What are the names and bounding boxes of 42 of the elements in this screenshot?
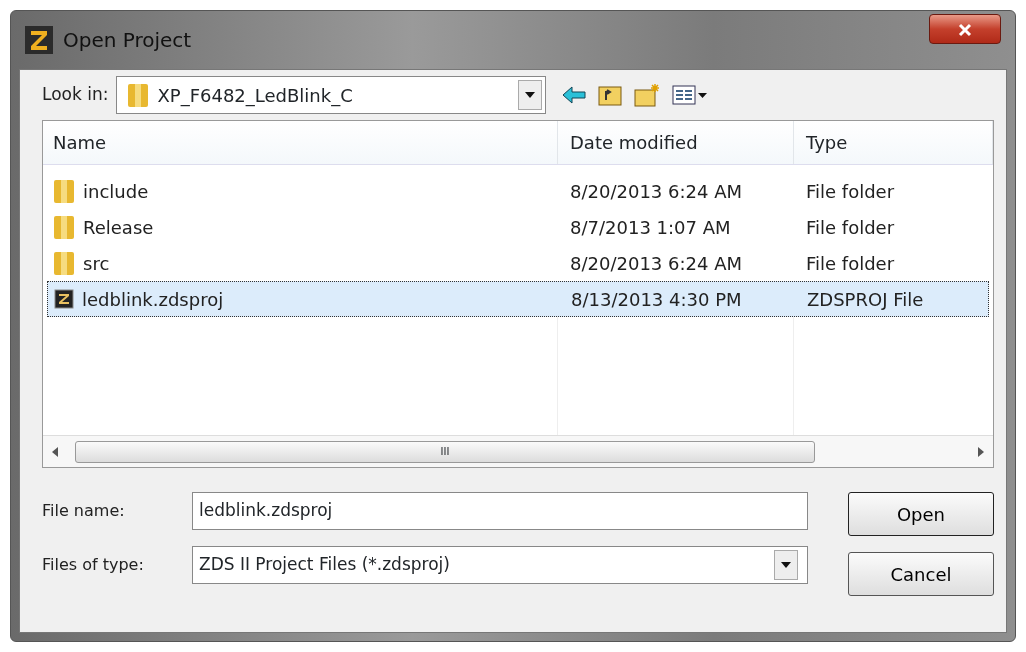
file-name-label: File name: bbox=[42, 500, 126, 522]
file-name: include bbox=[83, 179, 149, 204]
file-type: File folder bbox=[805, 179, 896, 204]
file-row[interactable]: Release 8/7/2013 1:07 AM File folder bbox=[47, 209, 989, 245]
file-type: ZDSPROJ File bbox=[806, 287, 925, 312]
look-in-label: Look in: bbox=[42, 83, 109, 107]
folder-icon bbox=[53, 178, 75, 204]
scroll-left-icon[interactable] bbox=[51, 446, 59, 457]
date-modified: 8/7/2013 1:07 AM bbox=[569, 215, 732, 240]
column-header[interactable]: Type bbox=[794, 121, 993, 164]
look-in-dropdown[interactable]: XP_F6482_LedBlink_C bbox=[116, 76, 547, 114]
folder-icon bbox=[53, 214, 75, 240]
file-name: ledblink.zdsproj bbox=[82, 287, 224, 312]
view-menu-icon[interactable] bbox=[672, 84, 709, 106]
column-header[interactable]: Date modified bbox=[558, 121, 794, 164]
column-header[interactable]: Name bbox=[43, 121, 558, 164]
open-button[interactable]: Open bbox=[848, 492, 994, 536]
up-folder-icon[interactable] bbox=[598, 84, 623, 106]
close-icon bbox=[958, 22, 972, 37]
scrollbar-thumb[interactable]: III bbox=[75, 440, 815, 463]
file-name-field[interactable]: ledblink.zdsproj bbox=[192, 492, 808, 530]
file-name: Release bbox=[83, 215, 154, 240]
file-row[interactable]: ledblink.zdsproj 8/13/2013 4:30 PM ZDSPROJ File bbox=[47, 281, 989, 317]
file-type-label: Files of type: bbox=[42, 554, 145, 576]
folder-icon bbox=[53, 250, 75, 276]
close-button[interactable] bbox=[929, 14, 1001, 44]
file-row[interactable]: src 8/20/2013 6:24 AM File folder bbox=[47, 245, 989, 281]
date-modified: 8/20/2013 6:24 AM bbox=[569, 179, 743, 204]
folder-icon bbox=[127, 82, 150, 108]
file-type: File folder bbox=[805, 251, 896, 276]
date-modified: 8/20/2013 6:24 AM bbox=[569, 251, 743, 276]
file-type: File folder bbox=[805, 215, 896, 240]
file-row[interactable]: include 8/20/2013 6:24 AM File folder bbox=[47, 173, 989, 209]
scroll-right-icon[interactable] bbox=[977, 446, 985, 457]
file-name: src bbox=[83, 251, 110, 276]
project-file-icon bbox=[54, 289, 74, 309]
file-type-dropdown[interactable]: ZDS II Project Files (*.zdsproj) bbox=[192, 546, 808, 584]
back-arrow-icon[interactable] bbox=[562, 86, 587, 104]
window-title: Open Project bbox=[63, 27, 192, 54]
date-modified: 8/13/2013 4:30 PM bbox=[570, 287, 743, 312]
dropdown-arrow-icon bbox=[781, 562, 791, 568]
cancel-button[interactable]: Cancel bbox=[848, 552, 994, 596]
